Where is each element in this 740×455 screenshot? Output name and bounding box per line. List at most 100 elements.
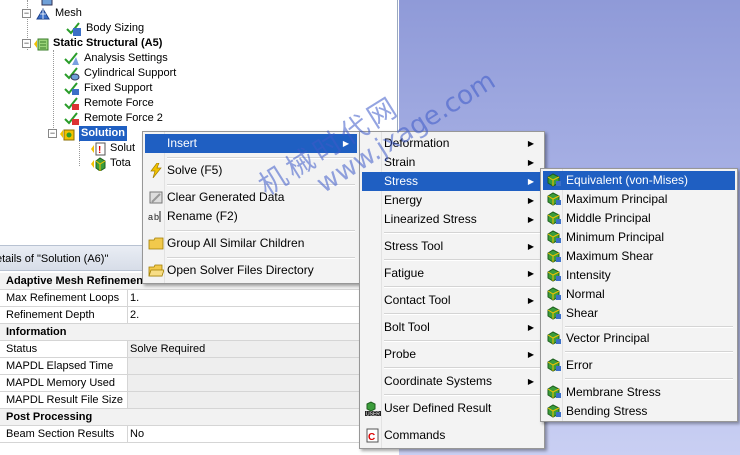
submenu-arrow-icon: ▶ xyxy=(527,323,534,332)
menu-separator xyxy=(167,157,355,159)
menu-item-strain[interactable]: Strain ▶ xyxy=(362,153,542,172)
collapse-toggle[interactable]: − xyxy=(22,9,31,18)
menu-item-equivalent-von-mises-[interactable]: Equivalent (von-Mises) xyxy=(543,171,735,190)
clear-data-icon xyxy=(148,190,164,205)
menu-item-error[interactable]: Error xyxy=(543,356,735,375)
stress-result-icon xyxy=(546,385,562,400)
submenu-arrow-icon: ▶ xyxy=(342,139,349,148)
tree-item-remote-force[interactable]: Remote Force xyxy=(64,96,154,111)
tree-connector xyxy=(79,141,80,166)
details-section[interactable]: Post Processing xyxy=(0,409,398,426)
menu-separator xyxy=(565,378,733,380)
menu-item-probe[interactable]: Probe ▶ xyxy=(362,345,542,364)
submenu-arrow-icon: ▶ xyxy=(527,215,534,224)
tree-connector xyxy=(53,50,54,138)
details-row: MAPDL Memory Used xyxy=(0,375,398,392)
menu-item-vector-principal[interactable]: Vector Principal xyxy=(543,329,735,348)
solution-icon xyxy=(59,127,75,141)
menu-item-stress[interactable]: Stress ▶ xyxy=(362,172,542,191)
insert-submenu: Deformation ▶ Strain ▶ Stress ▶ Energy ▶ Lineari… xyxy=(359,131,545,449)
menu-item-intensity[interactable]: Intensity xyxy=(543,266,735,285)
menu-item-user-defined-result[interactable]: USER User Defined Result xyxy=(362,399,542,418)
menu-item-middle-principal[interactable]: Middle Principal xyxy=(543,209,735,228)
stress-result-icon xyxy=(546,173,562,188)
menu-item-maximum-shear[interactable]: Maximum Shear xyxy=(543,247,735,266)
submenu-arrow-icon: ▶ xyxy=(527,158,534,167)
menu-separator xyxy=(565,351,733,353)
menu-item-contact-tool[interactable]: Contact Tool ▶ xyxy=(362,291,542,310)
stress-result-icon xyxy=(546,249,562,264)
svg-text:!: ! xyxy=(98,145,101,156)
details-row: Status Solve Required xyxy=(0,341,398,358)
svg-text:b: b xyxy=(154,212,159,222)
menu-item-shear[interactable]: Shear xyxy=(543,304,735,323)
tree-item-solution-information[interactable]: ! Solut xyxy=(90,141,135,156)
menu-separator xyxy=(167,257,355,259)
menu-item-solve[interactable]: Solve (F5) xyxy=(145,161,357,180)
menu-separator xyxy=(384,286,540,288)
stress-result-icon xyxy=(546,230,562,245)
menu-item-normal[interactable]: Normal xyxy=(543,285,735,304)
tree-item-mesh[interactable]: − Mesh xyxy=(22,6,82,21)
menu-separator xyxy=(167,184,355,186)
collapse-toggle[interactable]: − xyxy=(22,39,31,48)
tree-item-solution[interactable]: − Solution xyxy=(48,126,127,141)
menu-item-bolt-tool[interactable]: Bolt Tool ▶ xyxy=(362,318,542,337)
menu-item-open-solver-dir[interactable]: Open Solver Files Directory xyxy=(145,261,357,280)
menu-separator xyxy=(384,340,540,342)
menu-item-coordinate-systems[interactable]: Coordinate Systems ▶ xyxy=(362,372,542,391)
menu-item-group-similar[interactable]: Group All Similar Children xyxy=(145,234,357,253)
tree-item-cylindrical-support[interactable]: Cylindrical Support xyxy=(64,66,176,81)
stress-result-icon xyxy=(546,306,562,321)
menu-item-commands[interactable]: C Commands xyxy=(362,426,542,445)
open-folder-icon xyxy=(148,263,165,278)
stress-result-icon xyxy=(546,287,562,302)
solution-information-icon: ! xyxy=(90,142,106,156)
menu-separator xyxy=(384,367,540,369)
folder-icon xyxy=(148,236,164,251)
menu-item-stress-tool[interactable]: Stress Tool ▶ xyxy=(362,237,542,256)
stress-result-icon xyxy=(546,211,562,226)
submenu-arrow-icon: ▶ xyxy=(527,242,534,251)
cylindrical-support-icon xyxy=(64,66,80,81)
stress-result-icon xyxy=(546,358,562,373)
stress-submenu: Equivalent (von-Mises) Maximum Principal M… xyxy=(540,168,738,422)
tree-item-analysis-settings[interactable]: Analysis Settings xyxy=(64,51,168,66)
menu-item-membrane-stress[interactable]: Membrane Stress xyxy=(543,383,735,402)
tree-item-remote-force-2[interactable]: Remote Force 2 xyxy=(64,111,163,126)
submenu-arrow-icon: ▶ xyxy=(527,196,534,205)
menu-item-minimum-principal[interactable]: Minimum Principal xyxy=(543,228,735,247)
analysis-settings-icon xyxy=(64,51,80,66)
menu-item-insert[interactable]: Insert ▶ xyxy=(145,134,357,153)
menu-item-maximum-principal[interactable]: Maximum Principal xyxy=(543,190,735,209)
menu-separator xyxy=(565,326,733,328)
menu-separator xyxy=(384,394,540,396)
details-row[interactable]: Refinement Depth 2. xyxy=(0,307,398,324)
lightning-icon xyxy=(148,162,164,179)
menu-separator xyxy=(167,230,355,232)
mesh-icon xyxy=(35,7,51,21)
details-row[interactable]: Beam Section Results No xyxy=(0,426,398,443)
submenu-arrow-icon: ▶ xyxy=(527,377,534,386)
tree-item-static-structural[interactable]: − Static Structural (A5) xyxy=(22,36,162,51)
collapse-toggle[interactable]: − xyxy=(48,129,57,138)
menu-item-fatigue[interactable]: Fatigue ▶ xyxy=(362,264,542,283)
tree-item-total-deformation[interactable]: Tota xyxy=(90,156,131,171)
details-row[interactable]: Max Refinement Loops 1. xyxy=(0,290,398,307)
details-row: MAPDL Elapsed Time xyxy=(0,358,398,375)
menu-separator xyxy=(384,313,540,315)
stress-result-icon xyxy=(546,331,562,346)
submenu-arrow-icon: ▶ xyxy=(527,350,534,359)
menu-item-deformation[interactable]: Deformation ▶ xyxy=(362,134,542,153)
menu-item-energy[interactable]: Energy ▶ xyxy=(362,191,542,210)
svg-text:USER: USER xyxy=(366,412,380,417)
menu-item-linearized-stress[interactable]: Linearized Stress ▶ xyxy=(362,210,542,229)
tree-item-fixed-support[interactable]: Fixed Support xyxy=(64,81,152,96)
submenu-arrow-icon: ▶ xyxy=(527,177,534,186)
details-section[interactable]: Information xyxy=(0,324,398,341)
stress-result-icon xyxy=(546,268,562,283)
menu-item-bending-stress[interactable]: Bending Stress xyxy=(543,402,735,421)
menu-item-rename[interactable]: ab Rename (F2) xyxy=(145,207,357,226)
tree-item-body-sizing[interactable]: Body Sizing xyxy=(66,21,144,36)
menu-item-clear-generated-data[interactable]: Clear Generated Data xyxy=(145,188,357,207)
